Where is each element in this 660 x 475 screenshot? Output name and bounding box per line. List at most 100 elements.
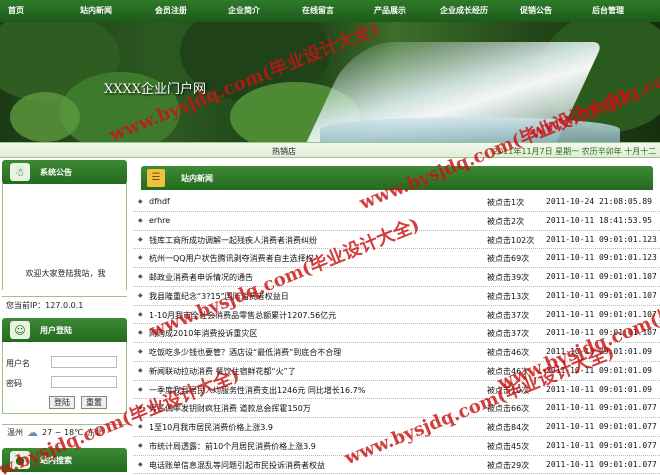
- news-row[interactable]: ◆ 网购成2010年消费投诉重灾区 被点击37次 2011-10-11 09:01:0…: [133, 324, 660, 343]
- news-row-title[interactable]: 市统计局透露：前10个月居民消费价格上涨3.9: [149, 441, 316, 452]
- news-row-clicks: 被点击84次: [487, 423, 530, 432]
- news-row-title[interactable]: 吃饭吃多少钱也要管？酒店设“最低消费”到底合不合理: [149, 347, 341, 358]
- news-row-date: 2011-10-11 09:01:01.09: [546, 347, 652, 356]
- news-row-title[interactable]: 新闻联动拉动消费 餐饮住宿鲜花都“火”了: [149, 366, 296, 377]
- banner: XXXX企业门户网: [0, 22, 660, 142]
- hot-link[interactable]: 热销店: [272, 146, 296, 157]
- news-row-title[interactable]: 1至10月我市居民消费价格上涨3.9: [149, 422, 273, 433]
- weather-wind: 东北: [87, 428, 104, 437]
- news-row[interactable]: ◆ 1-10月我市全社会消费品零售总额累计1207.56亿元 被点击37次 2011-…: [133, 306, 660, 325]
- speaker-icon: ☃: [10, 163, 30, 181]
- news-row[interactable]: ◆ 一季度我县居民人均服务性消费支出1246元 同比增长16.7% 被点击10次 20…: [133, 381, 660, 400]
- news-row-date: 2011-10-11 09:01:01.107: [546, 272, 657, 281]
- news-row-clicks: 被点击37次: [487, 329, 530, 339]
- news-row-date: 2011-10-11 18:41:53.95: [546, 215, 652, 225]
- news-row-clicks: 被点击29次: [487, 460, 530, 470]
- news-row-date: 2011-10-11 09:01:01.077: [546, 459, 657, 469]
- news-row-clicks: 被点击1次: [487, 198, 525, 207]
- news-row[interactable]: ◆ 1至10月我市居民消费价格上涨3.9 被点击84次 2011-10-11 09:0…: [133, 418, 660, 437]
- notice-text: 欢迎大家登陆我站，我: [25, 269, 106, 278]
- bullet-icon: ◆: [138, 254, 143, 262]
- bullet-icon: ◆: [138, 460, 143, 468]
- news-row[interactable]: ◆ 吃饭吃多少钱也要管？酒店设“最低消费”到底合不合理 被点击46次 2011-10-…: [133, 343, 660, 362]
- news-row[interactable]: ◆ 邮政业消费者申诉情况的通告 被点击39次 2011-10-11 09:01:01.…: [133, 268, 660, 287]
- news-row-title[interactable]: dfhdf: [149, 197, 170, 206]
- reset-button[interactable]: 重置: [81, 396, 107, 409]
- news-row-title[interactable]: 杭州一QQ用户状告腾讯剥夺消费者自主选择权: [149, 253, 314, 264]
- news-header: ☰ 站内新闻: [141, 166, 653, 190]
- news-row[interactable]: ◆ 男子偶率发钥财疯狂消费 道款总会挥霍150万 被点击66次 2011-10-11 …: [133, 399, 660, 418]
- news-row-date: 2011-10-11 09:01:01.077: [546, 403, 657, 413]
- news-row-clicks: 被点击13次: [487, 291, 530, 301]
- cloud-icon: ☁: [27, 426, 38, 439]
- news-row[interactable]: ◆ dfhdf 被点击1次 2011-10-24 21:08:05.89: [133, 193, 660, 212]
- username-label: 用户名: [6, 359, 30, 368]
- search-icon: ●: [10, 451, 30, 469]
- news-row-title[interactable]: 1-10月我市全社会消费品零售总额累计1207.56亿元: [149, 310, 336, 321]
- nav-item[interactable]: 站内新闻: [80, 0, 112, 22]
- news-row-clicks: 被点击45次: [487, 441, 530, 451]
- nav-item[interactable]: 在线留言: [302, 0, 334, 22]
- bullet-icon: ◆: [138, 441, 143, 449]
- news-row-date: 2011-10-11 09:01:01.09: [546, 365, 652, 375]
- bullet-icon: ◆: [138, 404, 143, 412]
- username-input[interactable]: [51, 356, 117, 368]
- news-row-date: 2011-10-11 09:01:01.107: [546, 309, 657, 319]
- news-row-date: 2011-10-11 09:01:01.123: [546, 253, 657, 263]
- news-row[interactable]: ◆ erhre 被点击2次 2011-10-11 18:41:53.95: [133, 212, 660, 231]
- news-row[interactable]: ◆ 市统计局透露：前10个月居民消费价格上涨3.9 被点击45次 2011-10-11…: [133, 437, 660, 456]
- bullet-icon: ◆: [138, 348, 143, 355]
- news-row-title[interactable]: erhre: [149, 216, 170, 225]
- nav-item[interactable]: 产品展示: [374, 0, 406, 22]
- news-row-clicks: 被点击46次: [487, 348, 530, 357]
- left-sidebar: ☃ 系统公告 欢迎大家登陆我站，我 您当前IP：127.0.0.1 ☺ 用户登陆…: [0, 158, 130, 475]
- nav-item[interactable]: 企业简介: [228, 0, 260, 22]
- bullet-icon: ◆: [138, 291, 143, 299]
- news-row[interactable]: ◆ 杭州一QQ用户状告腾讯剥夺消费者自主选择权 被点击69次 2011-10-11 0…: [133, 249, 660, 268]
- nav-item[interactable]: 会员注册: [155, 0, 187, 22]
- nav-item[interactable]: 后台管理: [592, 0, 624, 22]
- nav-item[interactable]: 促销公告: [520, 0, 552, 22]
- login-title: 用户登陆: [40, 326, 72, 335]
- user-icon: ☺: [10, 321, 30, 339]
- weather-widget: 温州 ☁ 27 ~ 18℃ 东北: [2, 424, 127, 440]
- news-row-date: 2011-10-11 09:01:01.077: [546, 422, 657, 431]
- site-title: XXXX企业门户网: [104, 82, 207, 97]
- news-row-clicks: 被点击46次: [487, 366, 530, 376]
- bullet-icon: ◆: [138, 198, 143, 205]
- news-row-title[interactable]: 男子偶率发钥财疯狂消费 道款总会挥霍150万: [149, 403, 311, 414]
- password-label: 密码: [6, 379, 22, 388]
- news-row-title[interactable]: 邮政业消费者申诉情况的通告: [149, 272, 253, 283]
- news-row-date: 2011-10-11 09:01:01.09: [546, 384, 652, 394]
- news-row-title[interactable]: 网购成2010年消费投诉重灾区: [149, 328, 257, 339]
- news-row[interactable]: ◆ 钱库工商所成功调解一起残疾人消费者消费纠纷 被点击102次 2011-10-11 …: [133, 231, 660, 250]
- news-row-date: 2011-10-24 21:08:05.89: [546, 197, 652, 206]
- hot-bar: 热销店 2011年11月7日 星期一 农历辛卯年 十月十二: [0, 142, 660, 158]
- weather-temp: 27 ~ 18℃: [42, 428, 84, 437]
- login-button[interactable]: 登陆: [49, 396, 75, 409]
- main-content: ☰ 站内新闻 ◆ dfhdf 被点击1次 2011-10-24 21:08:05.89…: [133, 158, 660, 475]
- date-display: 2011年11月7日 星期一 农历辛卯年 十月十二: [493, 147, 657, 156]
- ip-display: 您当前IP：127.0.0.1: [2, 296, 127, 311]
- nav-item[interactable]: 企业成长经历: [440, 0, 488, 22]
- notice-box: 欢迎大家登陆我站，我: [2, 182, 127, 290]
- news-row-title[interactable]: 电话账单信息混乱等问题引起市民投诉消费者权益: [149, 460, 325, 471]
- news-row[interactable]: ◆ 我县隆重纪念“3?15”国际消费者权益日 被点击13次 2011-10-11 09…: [133, 287, 660, 306]
- pool-image: [320, 117, 620, 142]
- notice-title: 系统公告: [40, 168, 72, 177]
- bullet-icon: ◆: [138, 310, 143, 318]
- news-row-title[interactable]: 一季度我县居民人均服务性消费支出1246元 同比增长16.7%: [149, 385, 365, 396]
- news-row-title[interactable]: 钱库工商所成功调解一起残疾人消费者消费纠纷: [149, 235, 317, 246]
- news-row-date: 2011-10-11 09:01:01.107: [546, 328, 657, 338]
- news-row-clicks: 被点击10次: [487, 385, 530, 395]
- news-row-clicks: 被点击39次: [487, 273, 530, 282]
- bullet-icon: ◆: [138, 329, 143, 337]
- news-row[interactable]: ◆ 电话账单信息混乱等问题引起市民投诉消费者权益 被点击29次 2011-10-11 …: [133, 456, 660, 475]
- news-icon: ☰: [147, 169, 165, 187]
- news-row-date: 2011-10-11 09:01:01.107: [546, 290, 657, 300]
- nav-item[interactable]: 首页: [8, 0, 24, 22]
- password-input[interactable]: [51, 376, 117, 388]
- news-row[interactable]: ◆ 新闻联动拉动消费 餐饮住宿鲜花都“火”了 被点击46次 2011-10-11 09…: [133, 362, 660, 381]
- news-row-clicks: 被点击102次: [487, 235, 535, 245]
- news-row-title[interactable]: 我县隆重纪念“3?15”国际消费者权益日: [149, 291, 289, 302]
